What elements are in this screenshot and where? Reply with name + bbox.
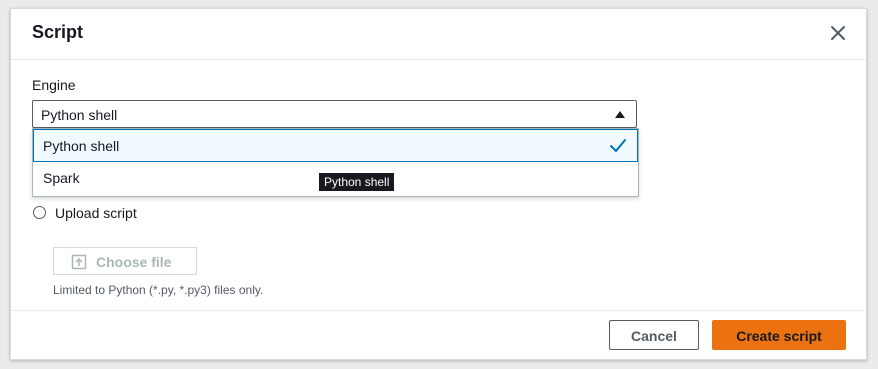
- cancel-button-label: Cancel: [631, 328, 677, 344]
- engine-label: Engine: [32, 77, 76, 93]
- modal-header: Script: [11, 9, 866, 60]
- script-modal: Script Engine Python shell Python shell …: [10, 8, 867, 360]
- engine-option-python-shell[interactable]: Python shell: [33, 129, 638, 162]
- check-icon: [610, 139, 626, 152]
- close-button[interactable]: [828, 23, 848, 43]
- upload-script-radio[interactable]: [33, 206, 46, 219]
- modal-footer: Cancel Create script: [11, 310, 866, 359]
- create-script-button-label: Create script: [736, 328, 822, 344]
- choose-file-label: Choose file: [96, 254, 172, 270]
- upload-icon: [71, 254, 87, 270]
- choose-file-button[interactable]: Choose file: [53, 247, 197, 275]
- engine-select-value: Python shell: [41, 107, 118, 123]
- engine-select[interactable]: Python shell: [32, 100, 637, 128]
- caret-up-icon: [615, 111, 625, 118]
- tooltip: Python shell: [318, 172, 396, 192]
- file-hint: Limited to Python (*.py, *.py3) files on…: [53, 283, 264, 297]
- cancel-button[interactable]: Cancel: [609, 320, 699, 350]
- upload-script-label: Upload script: [55, 205, 137, 221]
- close-icon: [831, 26, 845, 40]
- modal-title: Script: [32, 22, 84, 42]
- option-label: Spark: [43, 170, 80, 186]
- option-label: Python shell: [43, 138, 120, 154]
- create-script-button[interactable]: Create script: [712, 320, 846, 350]
